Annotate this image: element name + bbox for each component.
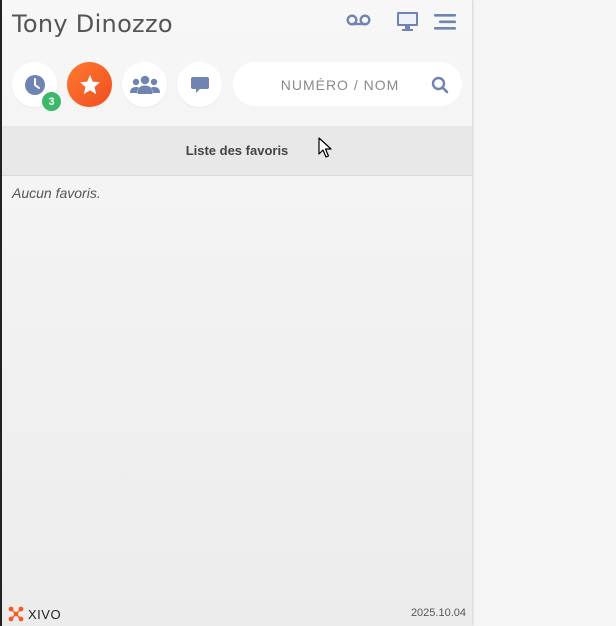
users-icon bbox=[129, 75, 160, 94]
contacts-button[interactable] bbox=[122, 62, 167, 107]
background-area bbox=[472, 0, 616, 626]
search-icon[interactable] bbox=[431, 76, 449, 94]
mouse-cursor-icon bbox=[318, 137, 332, 158]
empty-favorites-message: Aucun favoris. bbox=[12, 185, 101, 201]
user-name: Tony Dinozzo bbox=[12, 10, 173, 38]
monitor-icon[interactable] bbox=[396, 11, 422, 31]
xivo-logo-icon bbox=[8, 606, 24, 622]
clock-icon bbox=[24, 74, 45, 95]
voicemail-icon[interactable] bbox=[346, 13, 372, 33]
history-badge: 3 bbox=[41, 91, 62, 112]
assistant-panel: Tony Dinozzo 3 NUMÉRO / NOM Liste des fa… bbox=[2, 0, 472, 626]
search-box bbox=[233, 62, 462, 108]
footer-brand: XIVO bbox=[28, 606, 62, 622]
favorites-button[interactable] bbox=[67, 62, 112, 107]
favorites-header: Liste des favoris bbox=[2, 126, 472, 176]
favorites-title: Liste des favoris bbox=[185, 143, 289, 158]
star-icon bbox=[79, 74, 100, 95]
search-input[interactable] bbox=[253, 62, 427, 108]
chat-button[interactable] bbox=[177, 62, 222, 107]
version-label: 2025.10.04 bbox=[410, 607, 466, 619]
chat-icon bbox=[190, 76, 209, 93]
footer-logo: XIVO bbox=[8, 606, 61, 622]
menu-icon[interactable] bbox=[434, 13, 460, 33]
